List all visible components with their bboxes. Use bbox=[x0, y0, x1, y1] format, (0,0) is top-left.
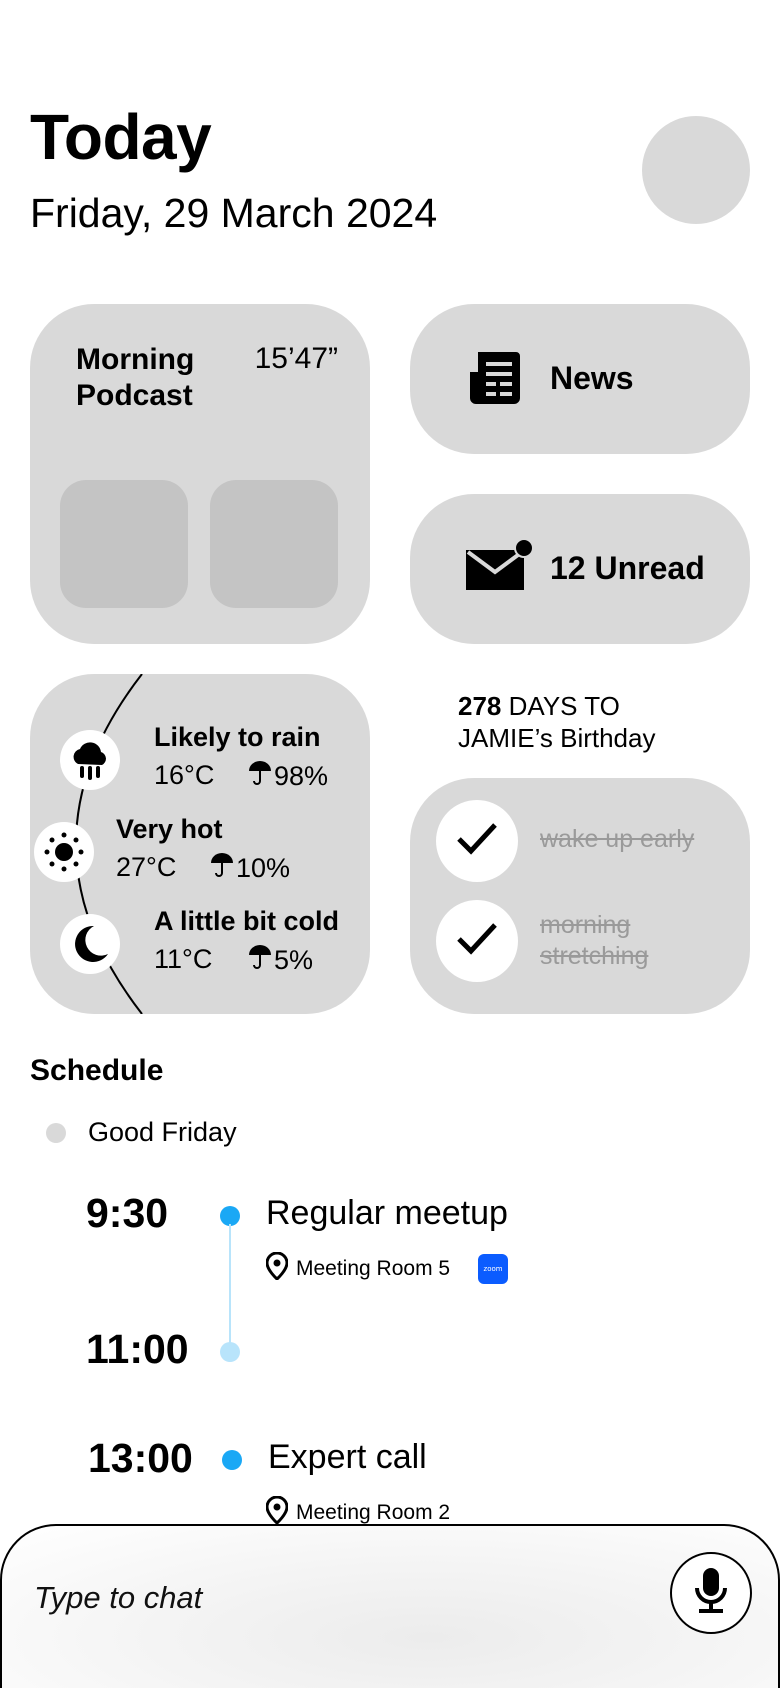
weather-title: A little bit cold bbox=[154, 906, 339, 936]
avatar[interactable] bbox=[642, 116, 750, 224]
location-text: Meeting Room 2 bbox=[296, 1501, 451, 1524]
weather-card[interactable]: Likely to rain 16°C 98% Very hot 27°C 10… bbox=[30, 674, 370, 1014]
todo-label-line: stretching bbox=[540, 942, 649, 970]
page-title: Today bbox=[30, 101, 212, 173]
news-card[interactable]: News bbox=[410, 304, 750, 454]
event-location: Meeting Room 5 zoom bbox=[265, 1251, 509, 1286]
timeline-line bbox=[229, 1224, 231, 1352]
podcast-episode-tile[interactable] bbox=[60, 480, 188, 608]
schedule-title: Schedule bbox=[30, 1054, 164, 1087]
podcast-card[interactable]: Morning Podcast 15’47” bbox=[30, 304, 370, 644]
weather-title: Likely to rain bbox=[154, 722, 321, 752]
todo-label: wake up early bbox=[540, 825, 695, 853]
todo-card: wake up early morning stretching bbox=[410, 778, 750, 1014]
chat-bar: Type to chat bbox=[0, 1524, 780, 1688]
checkmark-icon bbox=[455, 921, 499, 962]
event-time: 9:30 bbox=[86, 1190, 169, 1236]
countdown-days: 278 bbox=[458, 691, 502, 721]
checkmark-icon bbox=[455, 821, 499, 862]
event-title[interactable]: Regular meetup bbox=[266, 1194, 508, 1233]
holiday-label: Good Friday bbox=[88, 1117, 237, 1147]
unread-count-label: 12 Unread bbox=[550, 550, 705, 586]
rain-chance: 98% bbox=[248, 760, 328, 793]
rain-chance-value: 98% bbox=[274, 761, 329, 791]
page-date: Friday, 29 March 2024 bbox=[30, 190, 438, 236]
zoom-app-icon[interactable]: zoom bbox=[478, 1254, 509, 1284]
location-pin-icon bbox=[265, 1251, 289, 1286]
moon-icon bbox=[60, 914, 120, 974]
umbrella-icon bbox=[248, 760, 272, 793]
weather-temp: 16°C bbox=[154, 760, 215, 790]
rain-chance-value: 5% bbox=[274, 945, 314, 975]
location-text: Meeting Room 5 bbox=[296, 1257, 451, 1280]
weather-title: Very hot bbox=[116, 814, 223, 844]
newspaper-icon bbox=[468, 350, 522, 411]
timeline-dot bbox=[222, 1450, 242, 1470]
todo-label: morning stretching bbox=[540, 910, 648, 972]
countdown-text: DAYS TO bbox=[508, 691, 620, 721]
rain-cloud-icon bbox=[60, 730, 120, 790]
weather-temp: 27°C bbox=[116, 852, 177, 882]
timeline-dot bbox=[220, 1342, 240, 1362]
umbrella-icon bbox=[248, 944, 272, 977]
timeline-dot bbox=[220, 1206, 240, 1226]
news-label: News bbox=[550, 360, 634, 396]
microphone-button[interactable] bbox=[670, 1552, 752, 1634]
microphone-icon bbox=[691, 1566, 731, 1621]
countdown-subject: JAMIE’s Birthday bbox=[458, 723, 656, 753]
event-time: 13:00 bbox=[88, 1435, 193, 1481]
mail-card[interactable]: 12 Unread bbox=[410, 494, 750, 644]
birthday-countdown: 278 DAYS TO JAMIE’s Birthday bbox=[458, 690, 655, 754]
todo-label-line: morning bbox=[540, 911, 631, 939]
umbrella-icon bbox=[210, 852, 234, 885]
holiday-dot bbox=[46, 1123, 66, 1143]
mail-icon bbox=[464, 538, 534, 597]
weather-temp: 11°C bbox=[154, 944, 213, 974]
podcast-title: Morning Podcast bbox=[76, 343, 195, 412]
rain-chance: 5% bbox=[248, 944, 313, 977]
rain-chance: 10% bbox=[210, 852, 290, 885]
chat-input[interactable]: Type to chat bbox=[34, 1580, 202, 1616]
todo-checkbox[interactable] bbox=[436, 900, 518, 982]
podcast-duration: 15’47” bbox=[254, 342, 338, 375]
podcast-episode-tile[interactable] bbox=[210, 480, 338, 608]
event-time: 11:00 bbox=[86, 1326, 189, 1372]
sun-icon bbox=[34, 822, 94, 882]
todo-checkbox[interactable] bbox=[436, 800, 518, 882]
event-title[interactable]: Expert call bbox=[268, 1438, 427, 1477]
rain-chance-value: 10% bbox=[236, 853, 291, 883]
